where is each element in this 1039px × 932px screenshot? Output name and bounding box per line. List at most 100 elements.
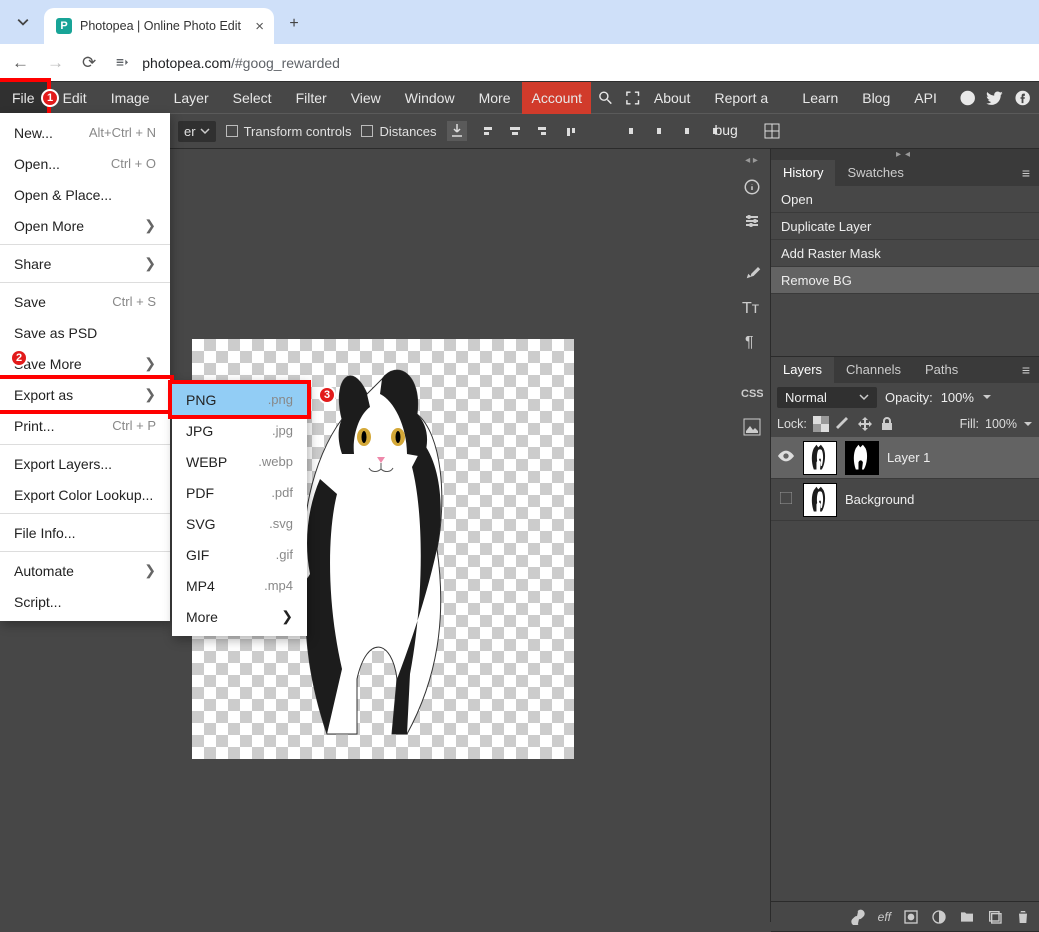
fill-value[interactable]: 100% xyxy=(985,417,1017,431)
folder-icon[interactable] xyxy=(959,909,975,925)
file-menu-item[interactable]: Export as❯ xyxy=(0,379,170,410)
tab-search-button[interactable] xyxy=(8,8,38,36)
reload-button[interactable]: ⟳ xyxy=(82,53,96,73)
layer-mask-thumbnail[interactable] xyxy=(845,441,879,475)
fill-arrow-icon[interactable] xyxy=(1023,419,1033,429)
menu-more[interactable]: More xyxy=(467,82,523,114)
collapse-right[interactable]: ▸◂ xyxy=(771,149,1039,160)
tab-paths[interactable]: Paths xyxy=(913,357,970,383)
new-tab-button[interactable]: + xyxy=(280,10,308,38)
distances-checkbox[interactable]: Distances xyxy=(361,124,436,139)
export-format-item[interactable]: PDF.pdf xyxy=(172,477,307,508)
opacity-arrow-icon[interactable] xyxy=(982,392,992,402)
reddit-icon[interactable] xyxy=(959,87,976,109)
lock-transparent-icon[interactable] xyxy=(813,416,829,432)
layer-select[interactable]: er xyxy=(178,121,216,142)
forward-button[interactable]: → xyxy=(47,53,64,73)
export-format-item[interactable]: SVG.svg xyxy=(172,508,307,539)
layer-effects-button[interactable]: eff xyxy=(878,910,891,924)
link-api[interactable]: API xyxy=(902,82,949,114)
link-learn[interactable]: Learn xyxy=(790,82,850,114)
export-format-item[interactable]: GIF.gif xyxy=(172,539,307,570)
collapse-toggle[interactable]: ◂ ▸ xyxy=(733,155,770,167)
link-layers-icon[interactable] xyxy=(850,909,866,925)
export-format-item[interactable]: JPG.jpg xyxy=(172,415,307,446)
lock-all-icon[interactable] xyxy=(879,416,895,432)
layer-thumbnail[interactable] xyxy=(803,483,837,517)
image-panel-icon[interactable] xyxy=(738,413,766,441)
grid-icon[interactable] xyxy=(763,122,781,140)
brush-panel-icon[interactable] xyxy=(738,259,766,287)
back-button[interactable]: ← xyxy=(12,53,29,73)
twitter-icon[interactable] xyxy=(986,87,1003,109)
opacity-value[interactable]: 100% xyxy=(941,390,974,405)
layer-row[interactable]: Layer 1 xyxy=(771,437,1039,479)
menu-file[interactable]: File xyxy=(0,82,47,114)
visibility-checkbox[interactable] xyxy=(777,492,795,507)
menu-account[interactable]: Account xyxy=(522,82,591,114)
adjustment-layer-icon[interactable] xyxy=(931,909,947,925)
align-left-icon[interactable] xyxy=(479,123,495,139)
layer-name[interactable]: Background xyxy=(845,492,914,507)
visibility-icon[interactable] xyxy=(777,450,795,465)
paragraph-panel-icon[interactable]: ¶ xyxy=(738,327,766,355)
tab-history[interactable]: History xyxy=(771,160,835,186)
adjust-panel-icon[interactable] xyxy=(738,207,766,235)
menu-view[interactable]: View xyxy=(339,82,393,114)
menu-filter[interactable]: Filter xyxy=(284,82,339,114)
facebook-icon[interactable] xyxy=(1014,87,1031,109)
menu-image[interactable]: Image xyxy=(99,82,162,114)
align-top-icon[interactable] xyxy=(563,123,579,139)
distribute-v-icon[interactable] xyxy=(651,123,667,139)
lock-position-icon[interactable] xyxy=(857,416,873,432)
layer-name[interactable]: Layer 1 xyxy=(887,450,930,465)
file-menu-item[interactable]: Export Color Lookup... xyxy=(0,479,170,510)
close-tab-icon[interactable]: × xyxy=(255,18,264,35)
distribute-h-icon[interactable] xyxy=(623,123,639,139)
layer-thumbnail[interactable] xyxy=(803,441,837,475)
history-item[interactable]: Add Raster Mask xyxy=(771,240,1039,267)
export-format-item[interactable]: MP4.mp4 xyxy=(172,570,307,601)
file-menu-item[interactable]: SaveCtrl + S xyxy=(0,286,170,317)
lock-image-icon[interactable] xyxy=(835,416,851,432)
history-menu-icon[interactable]: ≡ xyxy=(1017,165,1035,181)
distribute-3-icon[interactable] xyxy=(679,123,695,139)
history-item[interactable]: Remove BG xyxy=(771,267,1039,294)
tab-layers[interactable]: Layers xyxy=(771,357,834,383)
url-display[interactable]: photopea.com/#goog_rewarded xyxy=(114,55,1027,71)
delete-layer-icon[interactable] xyxy=(1015,909,1031,925)
tab-channels[interactable]: Channels xyxy=(834,357,913,383)
file-menu-item[interactable]: Print...Ctrl + P xyxy=(0,410,170,441)
css-panel-icon[interactable]: CSS xyxy=(738,379,766,407)
file-menu-item[interactable]: Script... xyxy=(0,586,170,617)
info-panel-icon[interactable] xyxy=(738,173,766,201)
search-icon[interactable] xyxy=(597,87,614,109)
blend-mode-select[interactable]: Normal xyxy=(777,387,877,408)
export-format-item[interactable]: PNG.png xyxy=(172,384,307,415)
layer-row[interactable]: Background xyxy=(771,479,1039,521)
file-menu-item[interactable]: Open More❯ xyxy=(0,210,170,241)
menu-window[interactable]: Window xyxy=(393,82,467,114)
layers-menu-icon[interactable]: ≡ xyxy=(1017,362,1035,378)
tab-swatches[interactable]: Swatches xyxy=(835,160,915,186)
character-panel-icon[interactable]: Tᴛ xyxy=(738,293,766,321)
menu-select[interactable]: Select xyxy=(221,82,284,114)
align-center-h-icon[interactable] xyxy=(507,123,523,139)
link-blog[interactable]: Blog xyxy=(850,82,902,114)
new-layer-icon[interactable] xyxy=(987,909,1003,925)
menu-layer[interactable]: Layer xyxy=(162,82,221,114)
file-menu-item[interactable]: Open...Ctrl + O xyxy=(0,148,170,179)
link-report-bug[interactable]: Report a bug xyxy=(702,82,790,114)
history-item[interactable]: Duplicate Layer xyxy=(771,213,1039,240)
link-about[interactable]: About xyxy=(642,82,703,114)
transform-controls-checkbox[interactable]: Transform controls xyxy=(226,124,352,139)
file-menu-item[interactable]: Save as PSD xyxy=(0,317,170,348)
align-right-icon[interactable] xyxy=(535,123,551,139)
file-menu-item[interactable]: File Info... xyxy=(0,517,170,548)
export-format-item[interactable]: WEBP.webp xyxy=(172,446,307,477)
file-menu-item[interactable]: Export Layers... xyxy=(0,448,170,479)
file-menu-item[interactable]: Automate❯ xyxy=(0,555,170,586)
fullscreen-icon[interactable] xyxy=(624,87,641,109)
history-item[interactable]: Open xyxy=(771,186,1039,213)
export-format-item[interactable]: More❯ xyxy=(172,601,307,632)
